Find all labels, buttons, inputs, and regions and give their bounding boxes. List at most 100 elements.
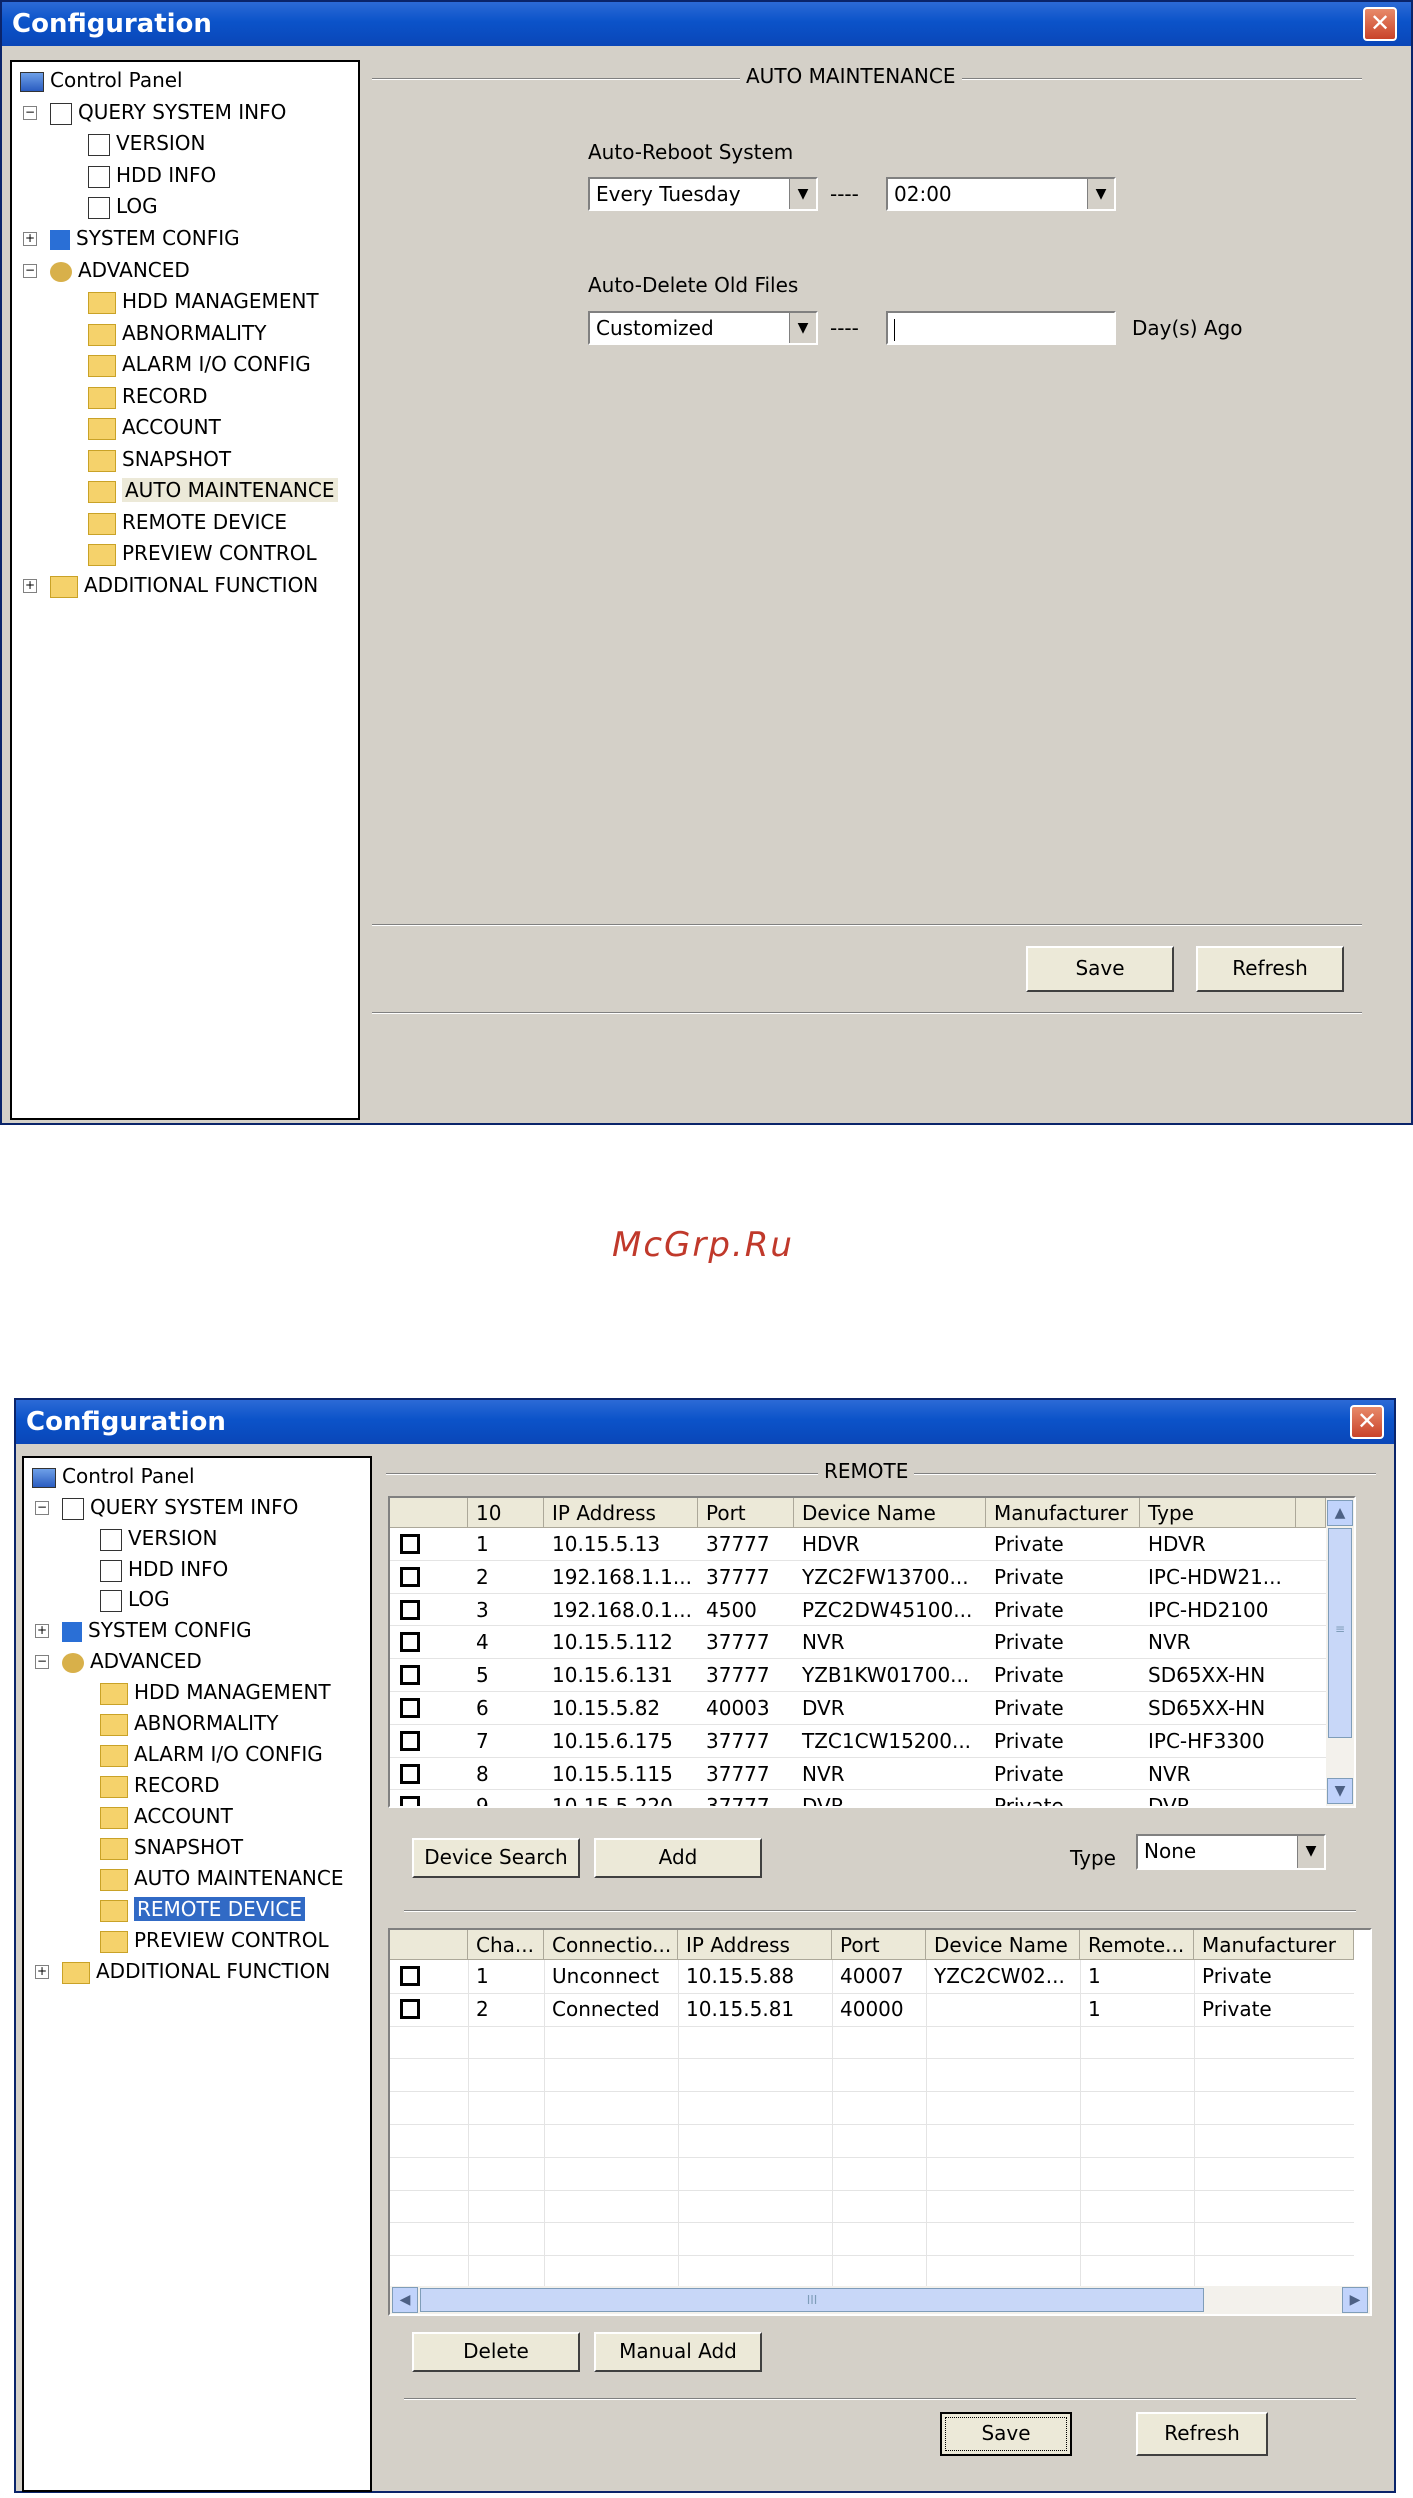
tree-item-auto-maintenance[interactable]: AUTO MAINTENANCE (88, 477, 338, 503)
tree-item-record[interactable]: RECORD (100, 1772, 220, 1798)
close-icon[interactable]: ✕ (1363, 7, 1397, 41)
expand-icon[interactable]: + (35, 1965, 49, 1979)
column-header[interactable]: IP Address (544, 1498, 698, 1528)
scroll-thumb[interactable]: III (420, 2288, 1204, 2312)
row-checkbox[interactable] (400, 1966, 420, 1986)
tree-item-snapshot[interactable]: SNAPSHOT (88, 446, 231, 472)
refresh-button[interactable]: Refresh (1196, 946, 1344, 992)
type-select[interactable]: None ▼ (1136, 1834, 1326, 1870)
tree-item-hdd-info[interactable]: HDD INFO (100, 1556, 228, 1582)
column-header[interactable]: IP Address (678, 1930, 832, 1960)
manual-add-button[interactable]: Manual Add (594, 2332, 762, 2372)
delete-button[interactable]: Delete (412, 2332, 580, 2372)
column-header[interactable]: Port (698, 1498, 794, 1528)
checkbox-column-header[interactable] (390, 1930, 468, 1960)
column-header[interactable]: Manufacturer (1194, 1930, 1354, 1960)
refresh-button[interactable]: Refresh (1136, 2412, 1268, 2456)
expand-icon[interactable]: + (35, 1624, 49, 1638)
column-header[interactable]: Device Name (926, 1930, 1080, 1960)
tree-item-hdd-info[interactable]: HDD INFO (88, 162, 216, 188)
tree-item-additional-function[interactable]: ADDITIONAL FUNCTION (62, 1958, 330, 1984)
tree-item-abnormality[interactable]: ABNORMALITY (88, 320, 266, 346)
tree-item-alarm-io-config[interactable]: ALARM I/O CONFIG (88, 351, 311, 377)
reboot-day-select[interactable]: Every Tuesday ▼ (588, 177, 818, 211)
table-row[interactable]: 8 10.15.5.115 37777 NVR Private NVR (390, 1758, 1326, 1791)
row-checkbox[interactable] (400, 1763, 420, 1784)
tree-item-preview-control[interactable]: PREVIEW CONTROL (88, 540, 317, 566)
table-row[interactable]: 1 Unconnect 10.15.5.88 40007 YZC2CW02... 1 Pri… (390, 1960, 1354, 1993)
tree-item-query-system-info[interactable]: QUERY SYSTEM INFO (62, 1494, 298, 1520)
tree-item-remote-device[interactable]: REMOTE DEVICE (100, 1896, 305, 1922)
dropdown-arrow-icon[interactable]: ▼ (1087, 179, 1114, 209)
reboot-time-select[interactable]: 02:00 ▼ (886, 177, 1116, 211)
table-row[interactable]: 2 192.168.1.1... 37777 YZC2FW13700... Privat… (390, 1561, 1326, 1594)
scroll-right-icon[interactable]: ▶ (1342, 2287, 1368, 2313)
scroll-up-icon[interactable]: ▲ (1327, 1500, 1353, 1526)
delete-days-input[interactable] (886, 311, 1116, 345)
collapse-icon[interactable]: − (35, 1655, 49, 1669)
add-button[interactable]: Add (594, 1838, 762, 1878)
dropdown-arrow-icon[interactable]: ▼ (789, 313, 816, 343)
tree-item-preview-control[interactable]: PREVIEW CONTROL (100, 1927, 329, 1953)
table-row[interactable]: 6 10.15.5.82 40003 DVR Private SD65XX-HN (390, 1692, 1326, 1725)
added-devices-table[interactable]: Cha... Connectio... IP Address Port Devi… (388, 1928, 1372, 2316)
row-checkbox[interactable] (400, 1566, 420, 1587)
close-icon[interactable]: ✕ (1350, 1405, 1384, 1439)
expand-icon[interactable]: + (23, 579, 37, 593)
tree-item-log[interactable]: LOG (88, 193, 158, 219)
tree-item-hdd-management[interactable]: HDD MANAGEMENT (88, 288, 319, 314)
tree-item-advanced[interactable]: ADVANCED (50, 257, 190, 283)
scroll-thumb[interactable]: ≡ (1328, 1528, 1352, 1738)
tree-item-system-config[interactable]: SYSTEM CONFIG (50, 225, 240, 251)
tree-item-version[interactable]: VERSION (100, 1525, 218, 1551)
tree-item-version[interactable]: VERSION (88, 130, 206, 156)
tree-item-account[interactable]: ACCOUNT (88, 414, 221, 440)
collapse-icon[interactable]: − (35, 1501, 49, 1515)
delete-mode-select[interactable]: Customized ▼ (588, 311, 818, 345)
tree-item-advanced[interactable]: ADVANCED (62, 1648, 202, 1674)
tree-item-record[interactable]: RECORD (88, 383, 208, 409)
tree-item-alarm-io-config[interactable]: ALARM I/O CONFIG (100, 1741, 323, 1767)
table-row[interactable]: 3 192.168.0.1... 4500 PZC2DW45100... Private… (390, 1594, 1326, 1627)
collapse-icon[interactable]: − (23, 106, 37, 120)
dropdown-arrow-icon[interactable]: ▼ (1297, 1836, 1324, 1868)
tree-root-control-panel[interactable]: Control Panel (32, 1463, 195, 1489)
column-header[interactable]: Cha... (468, 1930, 544, 1960)
column-header[interactable]: Port (832, 1930, 926, 1960)
table-row[interactable]: 4 10.15.5.112 37777 NVR Private NVR (390, 1626, 1326, 1660)
row-checkbox[interactable] (400, 1998, 420, 2019)
tree-item-abnormality[interactable]: ABNORMALITY (100, 1710, 278, 1736)
dropdown-arrow-icon[interactable]: ▼ (789, 179, 816, 209)
tree-item-account[interactable]: ACCOUNT (100, 1803, 233, 1829)
scroll-left-icon[interactable]: ◀ (392, 2287, 418, 2313)
column-header[interactable] (1296, 1498, 1326, 1528)
save-button[interactable]: Save (940, 2412, 1072, 2456)
tree-item-system-config[interactable]: SYSTEM CONFIG (62, 1617, 252, 1643)
tree-item-hdd-management[interactable]: HDD MANAGEMENT (100, 1679, 331, 1705)
table-row[interactable]: 9 10.15.5.220 37777 DVR Private DVR (390, 1790, 1326, 1806)
row-checkbox[interactable] (400, 1632, 420, 1653)
tree-root-control-panel[interactable]: Control Panel (20, 67, 183, 93)
expand-icon[interactable]: + (23, 232, 37, 246)
column-header[interactable]: Manufacturer (986, 1498, 1140, 1528)
checkbox-column-header[interactable] (390, 1498, 468, 1528)
column-header[interactable]: Type (1140, 1498, 1296, 1528)
row-checkbox[interactable] (400, 1698, 420, 1718)
tree-item-auto-maintenance[interactable]: AUTO MAINTENANCE (100, 1865, 344, 1891)
scroll-down-icon[interactable]: ▼ (1327, 1778, 1353, 1804)
table-row[interactable]: 5 10.15.6.131 37777 YZB1KW01700... Private SD… (390, 1659, 1326, 1692)
device-search-table[interactable]: 10 IP Address Port Device Name Manufactu… (388, 1496, 1356, 1808)
table-row[interactable]: 7 10.15.6.175 37777 TZC1CW15200... Private IP… (390, 1725, 1326, 1758)
row-checkbox[interactable] (400, 1599, 420, 1620)
device-search-button[interactable]: Device Search (412, 1838, 580, 1878)
column-header[interactable]: 10 (468, 1498, 544, 1528)
save-button[interactable]: Save (1026, 946, 1174, 992)
tree-item-query-system-info[interactable]: QUERY SYSTEM INFO (50, 99, 286, 125)
column-header[interactable]: Device Name (794, 1498, 986, 1528)
table-row[interactable]: 2 Connected 10.15.5.81 40000 1 Private (390, 1993, 1354, 2026)
collapse-icon[interactable]: − (23, 264, 37, 278)
table-row[interactable]: 1 10.15.5.13 37777 HDVR Private HDVR (390, 1528, 1326, 1561)
tree-item-log[interactable]: LOG (100, 1586, 170, 1612)
tree-item-remote-device[interactable]: REMOTE DEVICE (88, 509, 287, 535)
row-checkbox[interactable] (400, 1796, 420, 1806)
